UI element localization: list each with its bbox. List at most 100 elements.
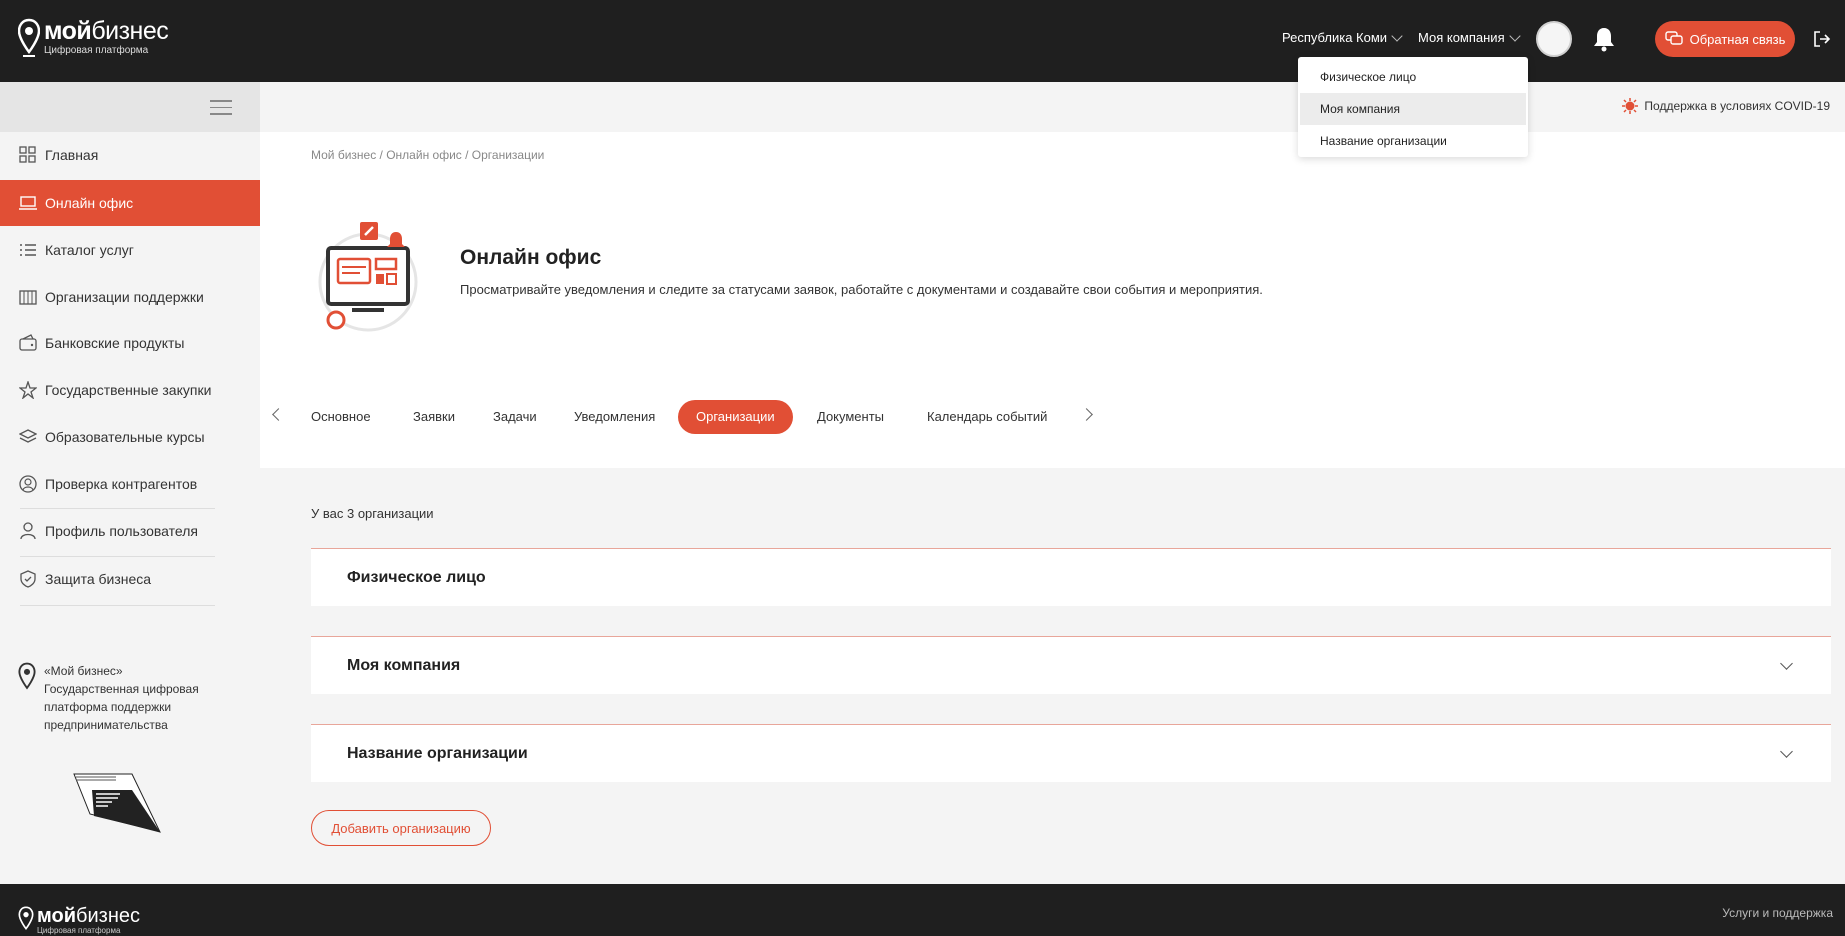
company-selector[interactable]: Моя компания	[1418, 29, 1521, 45]
chat-icon	[1664, 31, 1683, 45]
platform-about: «Мой бизнес» Государственная цифровая пл…	[18, 662, 214, 734]
logout-icon[interactable]	[1812, 29, 1832, 49]
region-selector[interactable]: Республика Коми	[1282, 29, 1403, 45]
virus-icon	[1622, 98, 1639, 114]
wallet-icon	[19, 334, 37, 352]
company-dropdown: Физическое лицо Моя компания Название ор…	[1298, 57, 1528, 157]
tab-notifications[interactable]: Уведомления	[574, 400, 655, 434]
tab-requests[interactable]: Заявки	[413, 400, 455, 434]
chevron-left-icon[interactable]	[272, 408, 285, 421]
page-description: Просматривайте уведомления и следите за …	[460, 282, 1263, 297]
about-line: платформа поддержки	[44, 700, 172, 714]
logo-light-text: бизнес	[91, 17, 169, 45]
sidebar: Главная Онлайн офис Каталог услуг Органи…	[0, 82, 260, 884]
dropdown-item-individual[interactable]: Физическое лицо	[1298, 61, 1528, 93]
tab-tasks[interactable]: Задачи	[493, 400, 537, 434]
chevron-down-icon	[1391, 29, 1403, 42]
footer: мойбизнес Цифровая платформа Услуги и по…	[0, 884, 1845, 936]
sidebar-item-label: Главная	[45, 147, 99, 163]
sidebar-item-label: Профиль пользователя	[45, 523, 198, 539]
star-icon	[19, 381, 37, 399]
sidebar-item-label: Организации поддержки	[45, 289, 204, 305]
breadcrumb[interactable]: Мой бизнес / Онлайн офис / Организации	[311, 148, 544, 162]
sidebar-divider	[20, 605, 215, 606]
logo-bold-text: мой	[44, 17, 92, 45]
organizations-section: У вас 3 организации Физическое лицо Моя …	[260, 468, 1845, 884]
tab-organizations[interactable]: Организации	[678, 400, 793, 434]
about-line: предпринимательства	[44, 718, 168, 732]
logo[interactable]: мойбизнес Цифровая платформа	[18, 17, 169, 60]
org-name: Название организации	[347, 745, 528, 762]
chevron-down-icon[interactable]	[1780, 657, 1793, 670]
footer-logo-subtitle: Цифровая платформа	[37, 926, 121, 935]
national-projects-logo	[73, 773, 161, 833]
org-row-my-company[interactable]: Моя компания	[311, 636, 1831, 694]
page-title: Онлайн офис	[460, 246, 602, 269]
sidebar-item-label: Онлайн офис	[45, 195, 134, 211]
online-office-illustration	[318, 222, 418, 332]
logo-pin-icon	[18, 906, 34, 931]
logo-pin-icon	[18, 662, 36, 690]
sidebar-item-support-orgs[interactable]: Организации поддержки	[0, 274, 260, 320]
building-icon	[19, 288, 37, 306]
organizations-count: У вас 3 организации	[311, 506, 434, 521]
sidebar-item-catalog[interactable]: Каталог услуг	[0, 227, 260, 273]
sidebar-item-label: Банковские продукты	[45, 335, 185, 351]
covid-support-link[interactable]: Поддержка в условиях COVID-19	[1622, 98, 1830, 114]
feedback-button[interactable]: Обратная связь	[1655, 21, 1795, 57]
sidebar-item-label: Образовательные курсы	[45, 429, 205, 445]
grid-icon	[19, 146, 37, 164]
layers-icon	[19, 428, 37, 446]
dropdown-item-my-company[interactable]: Моя компания	[1300, 93, 1526, 125]
top-bar: мойбизнес Цифровая платформа Республика …	[0, 0, 1845, 82]
hamburger-menu-icon[interactable]	[210, 100, 232, 115]
check-person-icon	[19, 475, 37, 493]
sidebar-item-label: Каталог услуг	[45, 242, 134, 258]
sidebar-item-courses[interactable]: Образовательные курсы	[0, 414, 260, 460]
tab-documents[interactable]: Документы	[817, 400, 884, 434]
footer-link-services[interactable]: Услуги и поддержка	[1722, 906, 1833, 920]
sidebar-item-user-profile[interactable]: Профиль пользователя	[0, 508, 260, 554]
chevron-right-icon[interactable]	[1080, 408, 1093, 421]
tab-main[interactable]: Основное	[311, 400, 371, 434]
chevron-down-icon	[1508, 29, 1521, 42]
sidebar-item-bank-products[interactable]: Банковские продукты	[0, 320, 260, 366]
sidebar-item-label: Проверка контрагентов	[45, 476, 198, 492]
footer-logo-bold: мой	[37, 905, 77, 927]
covid-bar: Поддержка в условиях COVID-19	[260, 82, 1845, 132]
shield-icon	[19, 570, 37, 588]
list-icon	[19, 241, 37, 259]
sidebar-item-home[interactable]: Главная	[0, 132, 260, 178]
laptop-icon	[19, 194, 37, 212]
footer-logo-light: бизнес	[76, 905, 141, 927]
org-name: Моя компания	[347, 657, 461, 674]
covid-label: Поддержка в условиях COVID-19	[1644, 99, 1830, 113]
tab-calendar[interactable]: Календарь событий	[927, 400, 1047, 434]
user-icon	[19, 522, 37, 540]
feedback-label: Обратная связь	[1689, 31, 1786, 47]
org-row-individual[interactable]: Физическое лицо	[311, 548, 1831, 606]
add-organization-button[interactable]: Добавить организацию	[311, 810, 491, 846]
logo-subtitle: Цифровая платформа	[44, 45, 149, 56]
footer-logo[interactable]: мойбизнес Цифровая платформа	[18, 906, 140, 936]
logo-pin-icon	[18, 18, 40, 57]
dropdown-item-organization[interactable]: Название организации	[1298, 125, 1528, 157]
region-label: Республика Коми	[1282, 30, 1388, 45]
tabs-bar: Основное Заявки Задачи Уведомления Орган…	[260, 396, 1360, 436]
main-content: Поддержка в условиях COVID-19 Мой бизнес…	[260, 82, 1845, 884]
company-label: Моя компания	[1418, 30, 1505, 45]
chevron-down-icon[interactable]	[1780, 745, 1793, 758]
sidebar-item-label: Государственные закупки	[45, 382, 212, 398]
about-line: «Мой бизнес»	[44, 664, 123, 678]
sidebar-item-counterparty-check[interactable]: Проверка контрагентов	[0, 461, 260, 507]
sidebar-item-label: Защита бизнеса	[45, 571, 152, 587]
org-name: Физическое лицо	[347, 569, 486, 586]
sidebar-item-procurement[interactable]: Государственные закупки	[0, 367, 260, 413]
org-row-organization[interactable]: Название организации	[311, 724, 1831, 782]
sidebar-header	[0, 82, 260, 132]
sidebar-item-online-office[interactable]: Онлайн офис	[0, 180, 260, 226]
sidebar-item-business-protection[interactable]: Защита бизнеса	[0, 556, 260, 602]
about-line: Государственная цифровая	[44, 682, 199, 696]
avatar[interactable]	[1536, 21, 1572, 57]
bell-icon[interactable]	[1592, 26, 1616, 52]
